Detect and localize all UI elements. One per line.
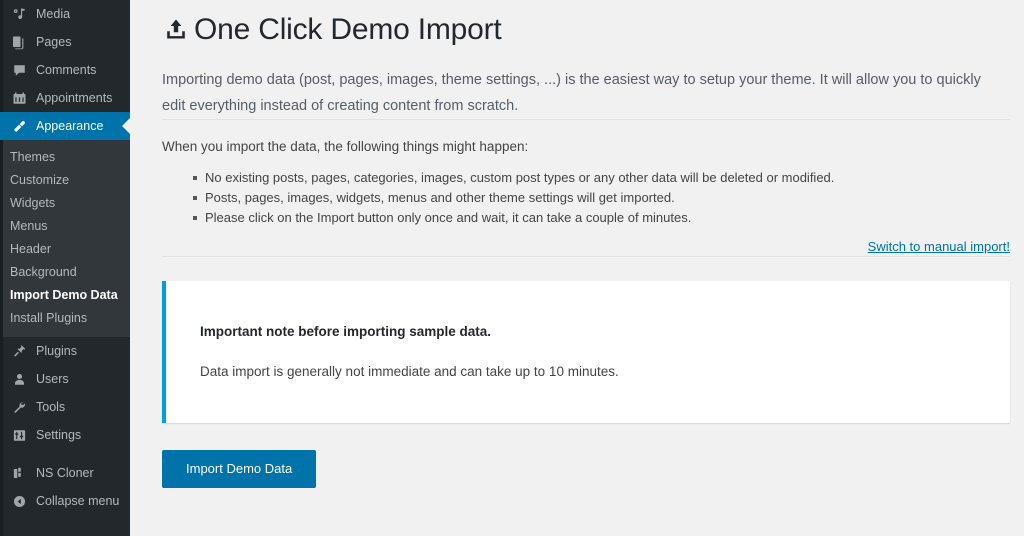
sidebar-item-label: NS Cloner [36, 465, 94, 480]
import-demo-data-button[interactable]: Import Demo Data [162, 450, 317, 488]
sidebar-item-label: Appointments [36, 90, 113, 105]
page-title-text: One Click Demo Import [194, 13, 502, 46]
sidebar-item-tools[interactable]: Tools [0, 393, 130, 421]
blocks-icon [9, 466, 29, 481]
sidebar-item-label: Tools [36, 399, 66, 414]
submenu-item-install-plugins[interactable]: Install Plugins [0, 307, 130, 330]
intro-paragraph: Importing demo data (post, pages, images… [162, 72, 981, 114]
upload-icon [162, 15, 190, 45]
sidebar-item-label: Media [36, 6, 71, 21]
appearance-submenu: Themes Customize Widgets Menus Header Ba… [0, 140, 130, 337]
sidebar-item-label: Appearance [36, 118, 104, 133]
sidebar-divider-gap [0, 449, 130, 459]
wrench-icon [9, 400, 29, 415]
lead-paragraph: When you import the data, the following … [162, 139, 529, 154]
sidebar-item-media[interactable]: Media [0, 0, 130, 28]
sidebar-item-label: Plugins [36, 343, 77, 358]
consequences-list: No existing posts, pages, categories, im… [162, 168, 1008, 228]
list-item: Posts, pages, images, widgets, menus and… [193, 188, 1008, 208]
sidebar-item-comments[interactable]: Comments [0, 56, 130, 84]
sidebar-item-users[interactable]: Users [0, 365, 130, 393]
divider-bottom [162, 256, 1010, 257]
submenu-item-widgets[interactable]: Widgets [0, 192, 130, 215]
sidebar-item-label: Users [36, 371, 69, 386]
notice-body: Data import is generally not immediate a… [200, 364, 619, 379]
pages-icon [9, 35, 29, 50]
submenu-item-customize[interactable]: Customize [0, 169, 130, 192]
sidebar-item-appearance[interactable]: Appearance [0, 112, 130, 140]
important-note-box: Important note before importing sample d… [162, 281, 1010, 423]
collapse-arrow-icon [9, 494, 29, 509]
sliders-icon [9, 428, 29, 443]
admin-sidebar: Media Pages Comments Appointments Appear… [0, 0, 130, 536]
list-item: Please click on the Import button only o… [193, 208, 1008, 228]
sidebar-item-settings[interactable]: Settings [0, 421, 130, 449]
sidebar-item-plugins[interactable]: Plugins [0, 337, 130, 365]
sidebar-item-label: Collapse menu [36, 493, 120, 508]
page-title: One Click Demo Import [162, 0, 1008, 49]
media-icon [9, 7, 29, 22]
sidebar-item-pages[interactable]: Pages [0, 28, 130, 56]
sidebar-item-label: Comments [36, 62, 97, 77]
plug-icon [9, 344, 29, 359]
sidebar-item-label: Pages [36, 34, 72, 49]
list-item: No existing posts, pages, categories, im… [193, 168, 1008, 188]
switch-to-manual-import-link[interactable]: Switch to manual import! [868, 239, 1010, 254]
submenu-item-import-demo-data[interactable]: Import Demo Data [0, 284, 130, 307]
manual-import-row: Switch to manual import! [162, 238, 1010, 256]
sidebar-item-label: Settings [36, 427, 82, 442]
submenu-item-header[interactable]: Header [0, 238, 130, 261]
sidebar-item-appointments[interactable]: Appointments [0, 84, 130, 112]
submenu-item-themes[interactable]: Themes [0, 146, 130, 169]
wordpress-admin-screen: Media Pages Comments Appointments Appear… [0, 0, 1024, 536]
sidebar-item-ns-cloner[interactable]: NS Cloner [0, 459, 130, 487]
comments-icon [9, 63, 29, 78]
divider-top [162, 119, 1010, 120]
submenu-item-menus[interactable]: Menus [0, 215, 130, 238]
main-content: One Click Demo Import Importing demo dat… [130, 0, 1024, 536]
submenu-item-background[interactable]: Background [0, 261, 130, 284]
user-icon [9, 372, 29, 387]
paintbrush-icon [9, 119, 29, 134]
notice-title: Important note before importing sample d… [200, 324, 492, 339]
calendar-icon [9, 91, 29, 106]
sidebar-item-collapse-menu[interactable]: Collapse menu [0, 487, 130, 515]
